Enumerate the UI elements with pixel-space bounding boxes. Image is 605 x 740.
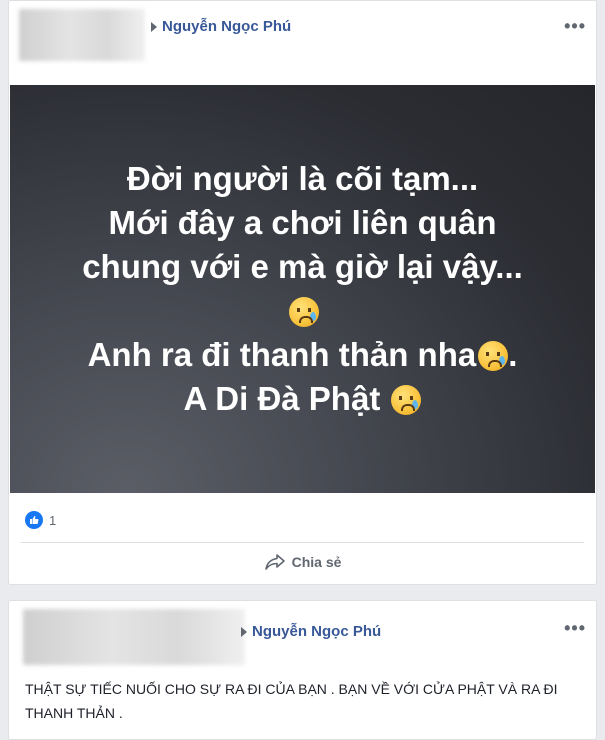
post-text: THẬT SỰ TIẾC NUỐI CHO SỰ RA ĐI CỦA BẠN .… bbox=[25, 681, 558, 721]
post-image[interactable]: Đời người là cõi tạm... Mới đây a chơi l… bbox=[10, 85, 595, 493]
image-text-line: A Di Đà Phật bbox=[184, 377, 422, 421]
post-header: Nguyễn Ngọc Phú bbox=[151, 18, 291, 35]
reaction-count: 1 bbox=[49, 512, 57, 528]
author-name-link[interactable]: Nguyễn Ngọc Phú bbox=[252, 623, 381, 640]
divider bbox=[21, 542, 584, 543]
image-text-line: Anh ra đi thanh thản nha. bbox=[87, 336, 518, 373]
author-name-link[interactable]: Nguyễn Ngọc Phú bbox=[162, 18, 291, 35]
reaction-summary[interactable]: 1 bbox=[25, 511, 56, 529]
blurred-avatar-image bbox=[19, 9, 145, 61]
share-label: Chia sẻ bbox=[291, 554, 342, 570]
share-button[interactable]: Chia sẻ bbox=[9, 548, 596, 576]
image-emoji-line bbox=[287, 289, 319, 333]
triangle-right-icon bbox=[241, 626, 247, 637]
share-arrow-icon bbox=[264, 554, 285, 570]
post-header: Nguyễn Ngọc Phú bbox=[241, 623, 381, 640]
sad-face-emoji-icon bbox=[391, 385, 422, 415]
image-text-line: Mới đây a chơi liên quân bbox=[108, 204, 497, 241]
more-options-button[interactable]: ••• bbox=[564, 619, 586, 637]
post-card: Nguyễn Ngọc Phú ••• THẬT SỰ TIẾC NUỐI CH… bbox=[8, 600, 597, 740]
sad-face-emoji-icon bbox=[478, 341, 509, 371]
triangle-right-icon bbox=[151, 21, 157, 32]
more-options-button[interactable]: ••• bbox=[564, 17, 586, 35]
blurred-avatar-image bbox=[23, 609, 245, 665]
image-text-line: chung với e mà giờ lại vậy... bbox=[82, 248, 523, 285]
image-text-line: Đời người là cõi tạm... bbox=[126, 160, 479, 197]
sad-face-emoji-icon bbox=[288, 297, 319, 327]
like-thumb-icon bbox=[25, 511, 43, 529]
post-card: Nguyễn Ngọc Phú ••• Đời người là cõi tạm… bbox=[8, 0, 597, 585]
